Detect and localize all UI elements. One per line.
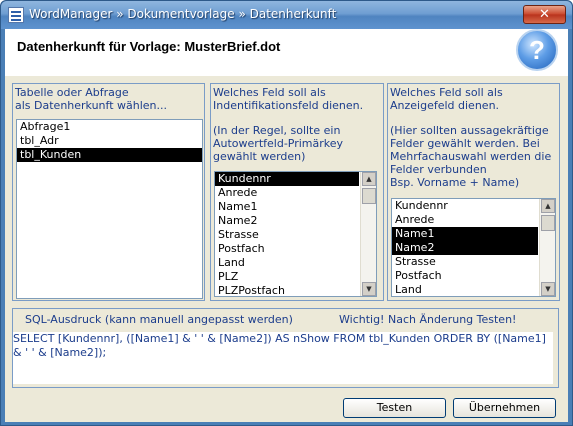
scroll-thumb[interactable] xyxy=(541,215,555,231)
list-item[interactable]: Name1 xyxy=(215,200,359,214)
scroll-down-icon[interactable]: ▼ xyxy=(541,282,555,296)
close-button[interactable]: ✕ xyxy=(523,5,566,24)
display-field-label: Welches Feld soll als Anzeigefeld dienen… xyxy=(390,86,503,112)
list-item[interactable]: Name2 xyxy=(392,241,538,255)
list-item[interactable]: tbl_Adr xyxy=(17,134,202,148)
sql-warning: Wichtig! Nach Änderung Testen! xyxy=(339,313,517,326)
id-field-label: Welches Feld soll als Indentifikationsfe… xyxy=(213,86,364,112)
list-item[interactable]: Anrede xyxy=(215,186,359,200)
title-bar[interactable]: WordManager » Dokumentvorlage » Datenher… xyxy=(1,1,572,29)
display-field-scrollbar[interactable]: ▲ ▼ xyxy=(539,199,555,296)
dialog-header: Datenherkunft für Vorlage: MusterBrief.d… xyxy=(5,29,568,76)
list-item[interactable]: tbl_Kunden xyxy=(17,148,202,162)
list-item[interactable]: PLZ xyxy=(215,270,359,284)
id-field-listbox[interactable]: Kundennr Anrede Name1 Name2 Strasse Postfach L… xyxy=(214,171,377,297)
list-item[interactable]: Name2 xyxy=(215,214,359,228)
display-field-panel: Welches Feld soll als Anzeigefeld dienen… xyxy=(387,83,560,301)
list-item[interactable]: Name1 xyxy=(392,227,538,241)
list-item[interactable]: Postfach xyxy=(215,242,359,256)
scroll-up-icon[interactable]: ▲ xyxy=(541,199,555,213)
list-item[interactable]: Strasse xyxy=(392,255,538,269)
app-icon xyxy=(8,7,24,23)
source-panel: Tabelle oder Abfrage als Datenherkunft w… xyxy=(12,83,205,301)
display-field-hint: (Hier sollten aussagekräftige Felder gew… xyxy=(390,124,552,189)
list-item[interactable]: Strasse xyxy=(215,228,359,242)
sql-label: SQL-Ausdruck (kann manuell angepasst wer… xyxy=(25,313,293,326)
list-item[interactable]: Kundennr xyxy=(215,172,359,186)
list-item[interactable]: Kundennr xyxy=(392,199,538,213)
scroll-thumb[interactable] xyxy=(362,188,376,204)
list-item[interactable]: Postfach xyxy=(392,269,538,283)
test-button[interactable]: Testen xyxy=(343,398,446,418)
sql-textarea[interactable]: SELECT [Kundennr], ([Name1] & ' ' & [Nam… xyxy=(13,332,553,384)
list-item[interactable]: Land xyxy=(215,256,359,270)
source-label: Tabelle oder Abfrage als Datenherkunft w… xyxy=(15,86,168,112)
help-icon[interactable]: ? xyxy=(516,29,558,71)
list-item[interactable]: Land xyxy=(392,283,538,296)
window-title: WordManager » Dokumentvorlage » Datenher… xyxy=(29,7,337,21)
id-field-hint: (In der Regel, sollte ein Autowertfeld-P… xyxy=(213,124,344,163)
list-item[interactable]: PLZPostfach xyxy=(215,284,359,296)
dialog-window: WordManager » Dokumentvorlage » Datenher… xyxy=(0,0,573,426)
apply-button[interactable]: Übernehmen xyxy=(453,398,556,418)
list-item[interactable]: Anrede xyxy=(392,213,538,227)
id-field-panel: Welches Feld soll als Indentifikationsfe… xyxy=(210,83,384,301)
id-field-scrollbar[interactable]: ▲ ▼ xyxy=(360,172,376,296)
scroll-down-icon[interactable]: ▼ xyxy=(362,282,376,296)
dialog-body: Tabelle oder Abfrage als Datenherkunft w… xyxy=(5,76,568,422)
list-item[interactable]: Abfrage1 xyxy=(17,120,202,134)
source-listbox[interactable]: Abfrage1 tbl_Adr tbl_Kunden xyxy=(16,119,203,299)
scroll-up-icon[interactable]: ▲ xyxy=(362,172,376,186)
display-field-listbox[interactable]: Kundennr Anrede Name1 Name2 Strasse Postfach L… xyxy=(391,198,556,297)
page-title: Datenherkunft für Vorlage: MusterBrief.d… xyxy=(17,39,281,54)
